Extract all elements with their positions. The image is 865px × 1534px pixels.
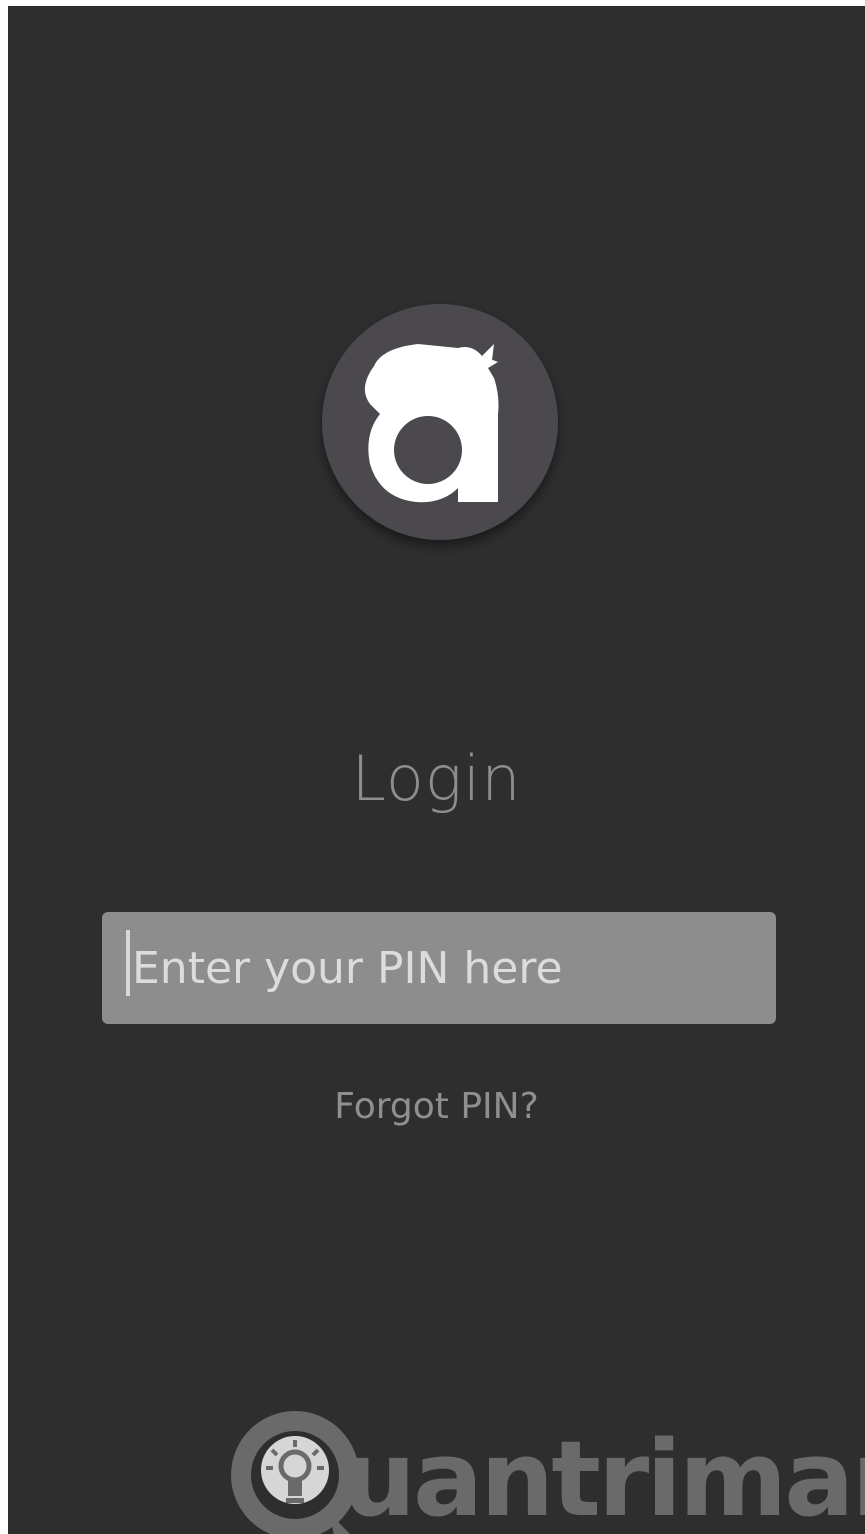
login-screen: Login Forgot PIN? uantrimang [8, 6, 865, 1534]
forgot-pin-link[interactable]: Forgot PIN? [8, 1086, 865, 1127]
page-title: Login [351, 742, 522, 815]
watermark: uantrimang [230, 1398, 865, 1534]
lightbulb-icon [231, 1411, 359, 1534]
text-cursor [126, 930, 130, 996]
pin-input[interactable] [102, 912, 776, 1024]
app-logo [322, 304, 558, 540]
pin-field[interactable] [102, 912, 776, 1024]
app-logo-a-icon [364, 344, 499, 503]
watermark-text: uantrimang [342, 1418, 865, 1534]
